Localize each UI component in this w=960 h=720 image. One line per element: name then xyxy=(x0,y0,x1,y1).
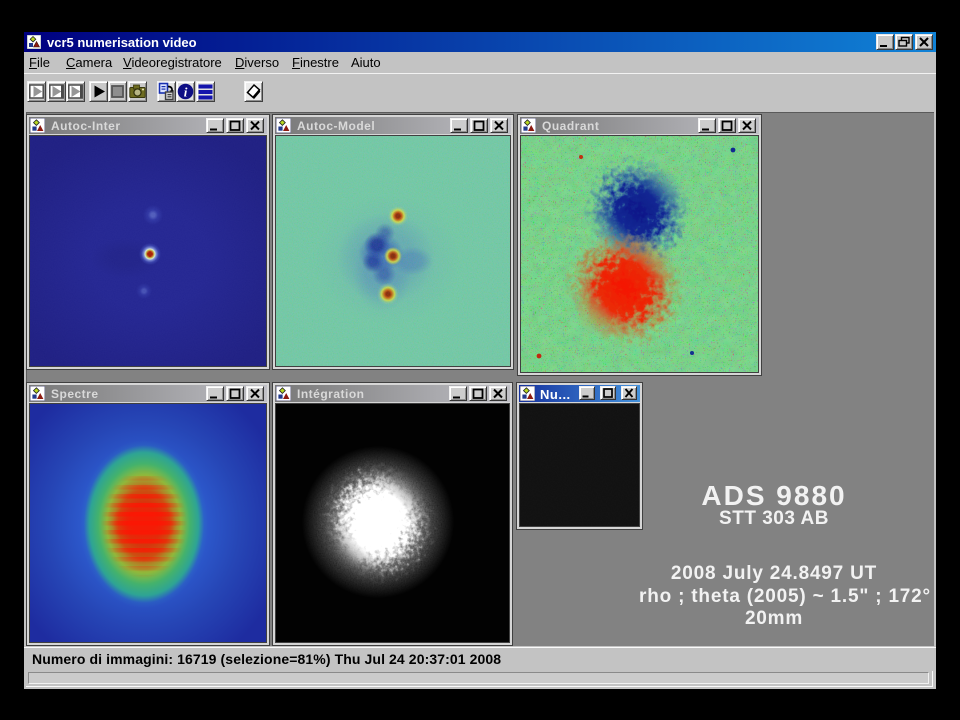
svg-text:i: i xyxy=(184,85,188,100)
